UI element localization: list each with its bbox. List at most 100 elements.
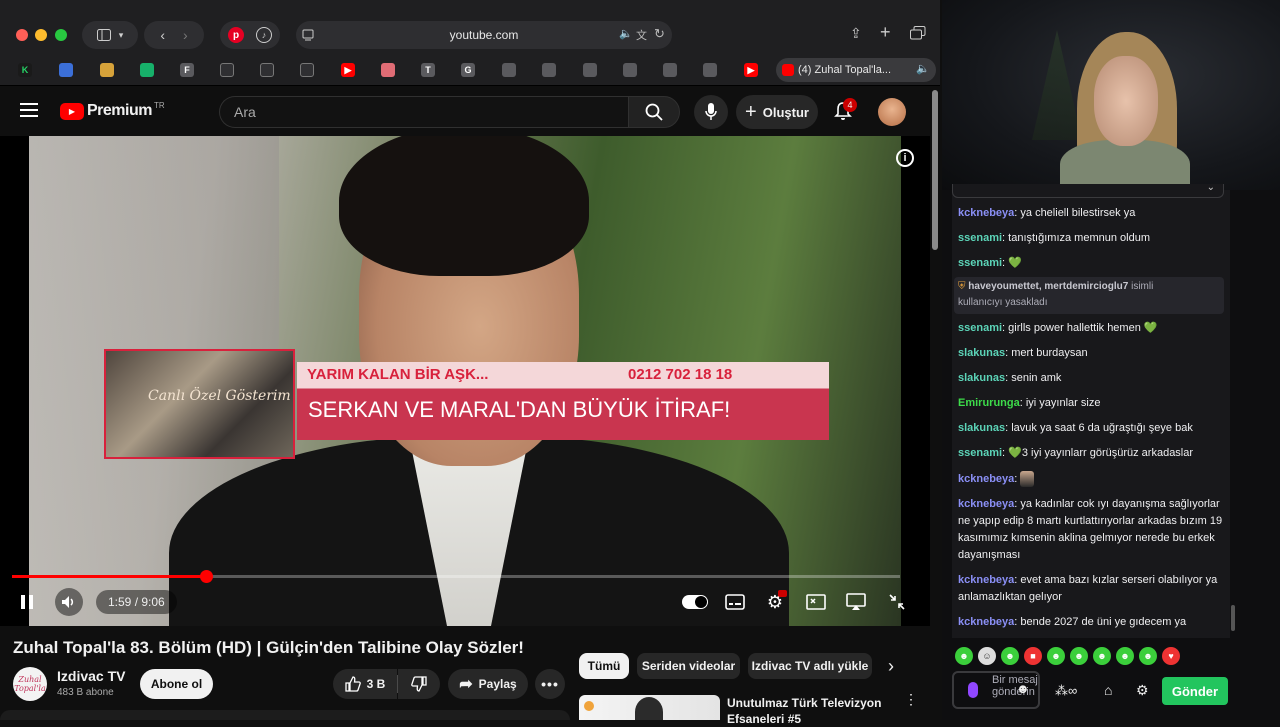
youtube-favicon-icon bbox=[782, 64, 794, 76]
tab-overview-icon[interactable] bbox=[910, 26, 926, 45]
emoji-icon[interactable]: ☻ bbox=[1016, 682, 1030, 695]
minimize-window-button[interactable] bbox=[35, 29, 47, 41]
bookmark-icon[interactable] bbox=[100, 63, 114, 77]
emote-bar: ☻ ☺ ☻ ■ ☻ ☻ ☻ ☻ ☻ ♥ bbox=[952, 644, 1230, 668]
overlay-headline: SERKAN VE MARAL'DAN BÜYÜK İTİRAF! bbox=[308, 397, 731, 422]
emote-icon[interactable]: ☻ bbox=[955, 647, 973, 665]
emote-icon[interactable]: ■ bbox=[1024, 647, 1042, 665]
bookmark-k[interactable]: K bbox=[18, 63, 32, 77]
page-scrollbar[interactable] bbox=[932, 90, 938, 250]
channel-name[interactable]: Izdivac TV bbox=[57, 668, 125, 684]
bookmark-icon[interactable] bbox=[220, 63, 234, 77]
notice-text: isimli bbox=[1131, 281, 1154, 292]
active-tab[interactable]: (4) Zuhal Topal'la... 🔈 bbox=[776, 58, 936, 82]
youtube-bookmark-icon[interactable]: ▶ bbox=[744, 63, 758, 77]
brand-label: Premium bbox=[87, 102, 152, 119]
bookmark-icon[interactable] bbox=[583, 63, 597, 77]
bookmark-icon[interactable] bbox=[59, 63, 73, 77]
store-icon[interactable]: ⌂ bbox=[1104, 682, 1112, 698]
back-button[interactable]: ‹ bbox=[160, 27, 165, 43]
fullscreen-button[interactable] bbox=[886, 590, 908, 614]
autoplay-toggle[interactable] bbox=[681, 590, 709, 614]
emote-icon[interactable]: ☻ bbox=[1093, 647, 1111, 665]
emote-icon[interactable]: ♥ bbox=[1162, 647, 1180, 665]
bookmark-icon[interactable] bbox=[381, 63, 395, 77]
emote-icon[interactable]: ☻ bbox=[1070, 647, 1088, 665]
subscribe-button[interactable]: Abone ol bbox=[140, 669, 213, 699]
create-button[interactable]: + Oluştur bbox=[736, 95, 818, 129]
recommendation-thumbnail[interactable] bbox=[579, 695, 720, 720]
bookmark-icon[interactable] bbox=[260, 63, 274, 77]
subtitles-button[interactable] bbox=[724, 590, 746, 614]
dislike-button[interactable] bbox=[398, 669, 440, 699]
share-button[interactable]: ➦ Paylaş bbox=[448, 669, 528, 699]
chat-input[interactable]: Bir mesaj gönderin ☻ bbox=[952, 671, 1040, 709]
bookmark-icon[interactable] bbox=[542, 63, 556, 77]
pause-button[interactable] bbox=[16, 590, 38, 614]
volume-button[interactable] bbox=[55, 588, 83, 616]
search-placeholder: Ara bbox=[234, 104, 256, 120]
chevron-right-icon[interactable]: › bbox=[888, 656, 894, 677]
address-bar[interactable]: youtube.com 🔈 文 ↻ bbox=[296, 21, 672, 49]
search-button[interactable] bbox=[628, 96, 680, 128]
sidebar-toggle-button[interactable]: ▾ bbox=[82, 21, 138, 49]
emote-icon[interactable]: ☻ bbox=[1047, 647, 1065, 665]
menu-icon[interactable] bbox=[20, 103, 38, 122]
new-tab-icon[interactable]: + bbox=[880, 22, 891, 43]
bookmark-g[interactable]: G bbox=[461, 63, 475, 77]
miniplayer-button[interactable] bbox=[805, 590, 827, 614]
music-icon[interactable]: ♪ bbox=[256, 27, 272, 43]
bookmark-icon[interactable] bbox=[623, 63, 637, 77]
chat-collapsed-header[interactable]: ⌄ bbox=[952, 182, 1224, 198]
recommendation-title[interactable]: Unutulmaz Türk Televizyon Efsaneleri #5 bbox=[727, 695, 887, 727]
bookmark-icon[interactable] bbox=[502, 63, 516, 77]
airplay-button[interactable] bbox=[845, 590, 867, 614]
streamer-face bbox=[1094, 56, 1158, 146]
bookmark-icon[interactable] bbox=[300, 63, 314, 77]
youtube-bookmark-icon[interactable]: ▶ bbox=[341, 63, 355, 77]
gear-icon[interactable]: ⚙ bbox=[1136, 682, 1149, 699]
bookmark-t[interactable]: T bbox=[421, 63, 435, 77]
more-actions-button[interactable]: ••• bbox=[535, 669, 565, 699]
translate-icon[interactable]: 文 bbox=[636, 27, 647, 43]
bookmark-f[interactable]: F bbox=[180, 63, 194, 77]
tab-audio-icon[interactable]: 🔈 bbox=[916, 62, 930, 75]
tv-inset-thumbnail bbox=[104, 349, 295, 459]
channel-avatar[interactable]: Zuhal Topal'la bbox=[13, 667, 47, 701]
close-window-button[interactable] bbox=[16, 29, 28, 41]
chip-channel-uploads[interactable]: Izdivac TV adlı yükle bbox=[748, 653, 872, 679]
zoom-window-button[interactable] bbox=[55, 29, 67, 41]
emote-icon[interactable]: ☺ bbox=[978, 647, 996, 665]
microphone-icon bbox=[705, 103, 717, 120]
chat-scrollbar[interactable] bbox=[1231, 605, 1235, 631]
reload-icon[interactable]: ↻ bbox=[654, 26, 665, 42]
forward-button[interactable]: › bbox=[183, 27, 188, 43]
thumbnail-figure bbox=[635, 697, 663, 720]
voice-search-button[interactable] bbox=[694, 95, 728, 129]
chip-all[interactable]: Tümü bbox=[579, 653, 629, 679]
audio-icon[interactable]: 🔈 bbox=[619, 27, 633, 40]
emote-icon[interactable]: ☻ bbox=[1139, 647, 1157, 665]
chat-message: slakunas: lavuk ya saat 6 da uğraştığı ş… bbox=[958, 422, 1193, 434]
progress-scrubber[interactable] bbox=[199, 570, 213, 583]
bookmark-icon[interactable] bbox=[663, 63, 677, 77]
progress-fill bbox=[12, 575, 206, 578]
youtube-logo[interactable]: ▶ Premium TR bbox=[60, 101, 165, 120]
share-icon[interactable]: ⇪ bbox=[850, 25, 862, 42]
recommendation-menu-icon[interactable]: ⋮ bbox=[904, 692, 918, 706]
send-button[interactable]: Gönder bbox=[1162, 677, 1228, 705]
info-icon[interactable]: i bbox=[896, 149, 914, 167]
avatar[interactable] bbox=[878, 98, 906, 126]
like-button[interactable]: 3 B bbox=[333, 669, 397, 699]
pinterest-icon[interactable]: p bbox=[228, 27, 244, 43]
search-input[interactable]: Ara bbox=[219, 96, 628, 128]
emote-icon[interactable]: ☻ bbox=[1001, 647, 1019, 665]
settings-button[interactable]: ⚙ bbox=[764, 590, 787, 614]
chip-series-videos[interactable]: Seriden videolar bbox=[637, 653, 740, 679]
channel-points-icon[interactable]: ⁂∞ bbox=[1055, 683, 1077, 699]
emote-icon[interactable]: ☻ bbox=[1116, 647, 1134, 665]
bookmark-icon[interactable] bbox=[140, 63, 154, 77]
bookmark-icon[interactable] bbox=[703, 63, 717, 77]
microphone-icon[interactable] bbox=[968, 682, 978, 698]
notifications-button[interactable]: 4 bbox=[834, 98, 857, 126]
